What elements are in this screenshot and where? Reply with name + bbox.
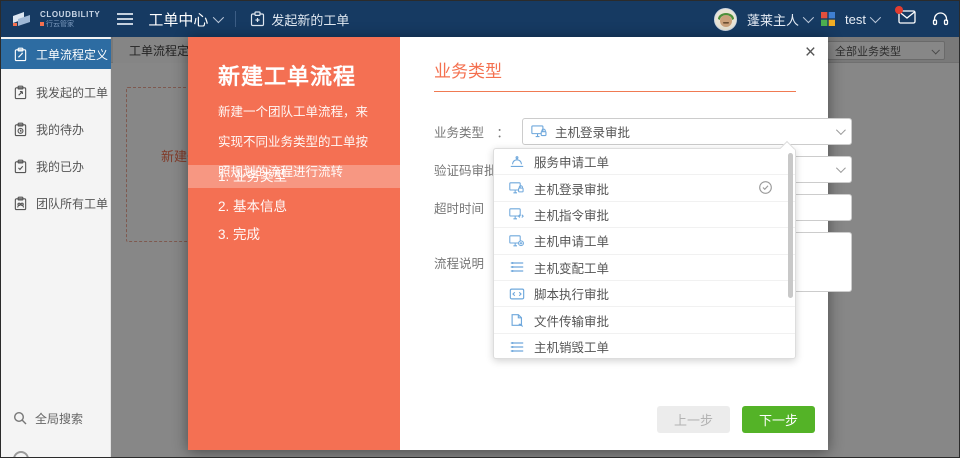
business-type-dropdown: 服务申请工单 主机登录审批 主机指令审批 (493, 148, 796, 359)
app-window: CLOUDBILITY 行云管家 工单中心 发起新的工单 (0, 0, 960, 458)
clipboard-plus-icon (250, 11, 265, 27)
business-type-value: 主机登录审批 (555, 122, 630, 141)
dropdown-option-host-command[interactable]: 主机指令审批 (494, 202, 795, 228)
chevron-down-icon (836, 125, 846, 135)
business-type-select[interactable]: 主机登录审批 (522, 118, 852, 145)
partial-icon (13, 451, 29, 458)
sidebar: 工单流程定义 我发起的工单 我的待办 我的已办 团队所有工单 (1, 37, 111, 457)
hamburger-menu-icon[interactable] (116, 12, 134, 26)
avatar-image (715, 9, 737, 31)
sidebar-item-team-tickets[interactable]: 团队所有工单 (1, 188, 111, 218)
team-grid-icon (821, 12, 835, 26)
script-exec-icon (509, 287, 525, 301)
clipboard-team-icon (13, 196, 28, 211)
search-icon (13, 411, 27, 425)
chevron-down-icon (870, 12, 881, 23)
chevron-down-icon (836, 163, 846, 173)
global-search-button[interactable]: 全局搜索 (1, 405, 111, 431)
panel-heading: 业务类型 (434, 57, 502, 82)
dropdown-option-service-request[interactable]: 服务申请工单 (494, 149, 795, 175)
host-command-icon (509, 207, 525, 221)
service-bell-icon (509, 155, 525, 169)
wizard-step-business-type: 1. 业务类型 (188, 165, 400, 188)
headset-icon[interactable] (932, 11, 949, 27)
dropdown-option-host-destroy[interactable]: 主机销毁工单 (494, 334, 795, 358)
logo-icon (11, 9, 35, 29)
business-type-label: 业务类型 ： (434, 122, 522, 141)
dropdown-option-host-resize[interactable]: 主机变配工单 (494, 255, 795, 281)
wizard-side-panel: 新建工单流程 新建一个团队工单流程，来实现不同业务类型的工单按照规划的流程进行流… (188, 37, 400, 450)
host-resize-icon (509, 260, 525, 274)
team-menu[interactable]: test (845, 12, 878, 27)
wizard-step-basic-info: 2. 基本信息 (188, 195, 400, 218)
sidebar-item-my-done[interactable]: 我的已办 (1, 151, 111, 181)
clipboard-edit-icon (13, 47, 28, 62)
file-transfer-icon (509, 313, 525, 327)
close-icon[interactable]: × (805, 43, 816, 62)
sidebar-item-flow-definitions[interactable]: 工单流程定义 (1, 39, 111, 69)
clipboard-clock-icon (13, 122, 28, 137)
selected-check-icon (758, 180, 773, 195)
dropdown-option-script-exec[interactable]: 脚本执行审批 (494, 281, 795, 307)
wizard-step-finish: 3. 完成 (188, 223, 400, 246)
heading-divider (434, 91, 796, 92)
messages-button[interactable] (898, 10, 916, 29)
host-login-icon (531, 124, 548, 139)
app-switcher-ticket-center[interactable]: 工单中心 (148, 9, 221, 30)
create-ticket-button[interactable]: 发起新的工单 (250, 10, 349, 29)
dropdown-option-file-transfer[interactable]: 文件传输审批 (494, 307, 795, 333)
navbar-divider (235, 11, 236, 27)
host-destroy-icon (509, 340, 525, 354)
chevron-down-icon (803, 12, 814, 23)
prev-step-button[interactable]: 上一步 (657, 406, 730, 433)
logo-subtitle: 行云管家 (46, 21, 74, 28)
app-logo[interactable]: CLOUDBILITY 行云管家 (11, 9, 100, 29)
dropdown-option-host-login[interactable]: 主机登录审批 (494, 175, 795, 201)
clipboard-send-icon (13, 85, 28, 100)
wizard-title: 新建工单流程 (218, 59, 356, 91)
sidebar-item-my-submitted[interactable]: 我发起的工单 (1, 77, 111, 107)
top-navbar: CLOUDBILITY 行云管家 工单中心 发起新的工单 (1, 1, 959, 37)
logo-accent-dot (40, 22, 44, 26)
host-login-icon (509, 181, 525, 195)
dropdown-option-host-request[interactable]: 主机申请工单 (494, 228, 795, 254)
host-apply-icon (509, 234, 525, 248)
clipboard-check-icon (13, 159, 28, 174)
logo-title: CLOUDBILITY (40, 11, 100, 19)
sidebar-item-my-todo[interactable]: 我的待办 (1, 114, 111, 144)
user-avatar[interactable] (714, 8, 737, 31)
unread-badge (895, 6, 903, 14)
next-step-button[interactable]: 下一步 (742, 406, 815, 433)
user-menu[interactable]: 蓬莱主人 (747, 10, 811, 29)
chevron-down-icon (213, 12, 224, 23)
dropdown-scrollbar[interactable] (788, 153, 793, 298)
